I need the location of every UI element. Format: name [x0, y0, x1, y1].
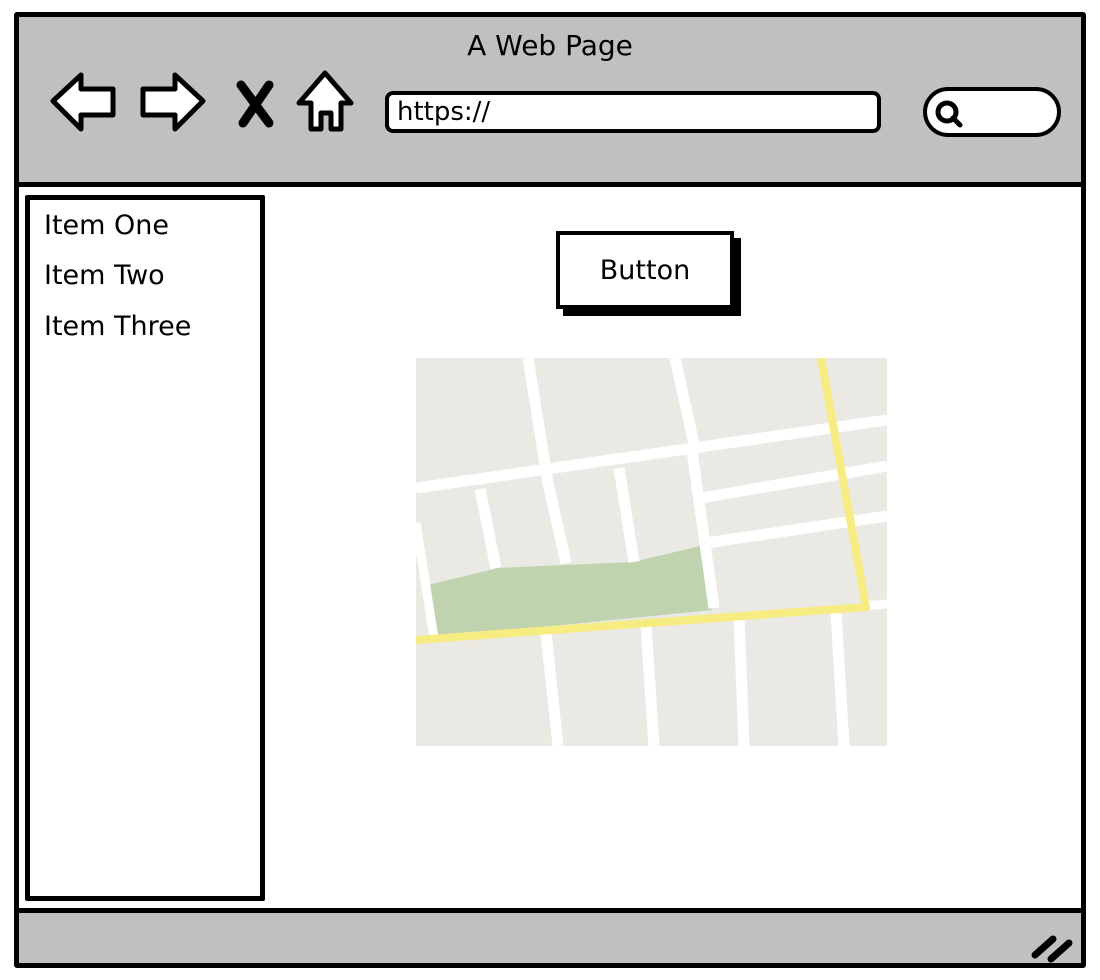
status-bar [19, 908, 1081, 963]
home-button[interactable] [295, 67, 359, 137]
search-box[interactable] [923, 87, 1061, 137]
resize-grip-icon[interactable] [1029, 929, 1075, 963]
forward-arrow-icon [140, 72, 206, 132]
sidebar-item-two[interactable]: Item Two [44, 260, 165, 291]
sidebar-item-three[interactable]: Item Three [44, 311, 191, 342]
stop-button[interactable] [231, 67, 281, 137]
map-image[interactable] [416, 358, 887, 746]
browser-window: A Web Page https:// Item One Item Two It… [14, 12, 1086, 968]
page-title: A Web Page [467, 29, 633, 62]
main-button[interactable]: Button [556, 231, 734, 309]
home-icon [296, 70, 354, 132]
back-arrow-icon [50, 72, 116, 132]
stop-x-icon [236, 80, 274, 128]
browser-toolbar: A Web Page [19, 17, 1081, 187]
sidebar-item-one[interactable]: Item One [44, 210, 169, 241]
search-icon [935, 100, 963, 128]
address-bar[interactable] [385, 91, 881, 133]
url-input[interactable] [397, 95, 867, 129]
sidebar-list: Item One Item Two Item Three [25, 195, 265, 901]
back-button[interactable] [49, 67, 119, 137]
forward-button[interactable] [137, 67, 207, 137]
